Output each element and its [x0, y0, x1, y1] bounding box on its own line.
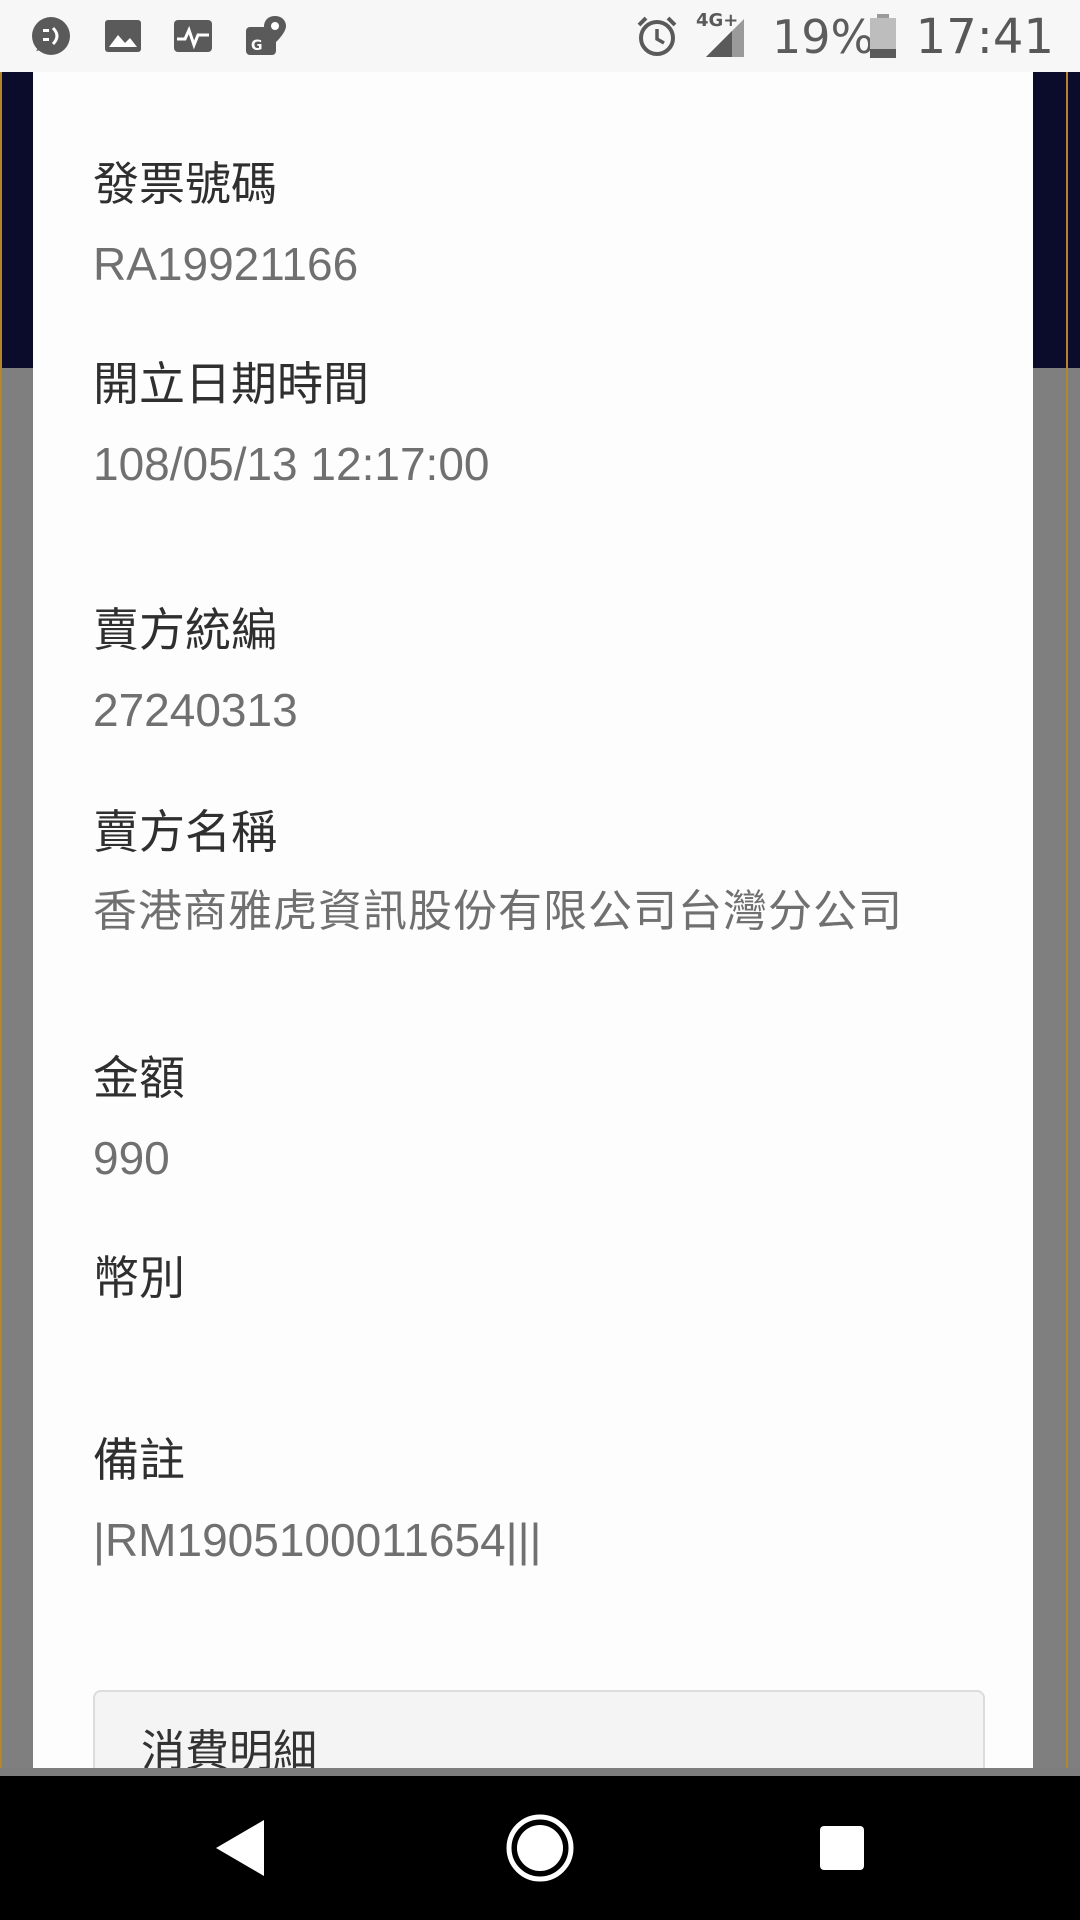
cell-signal-icon — [702, 13, 748, 59]
seller-name-value: 香港商雅虎資訊股份有限公司台灣分公司 — [93, 886, 903, 937]
amount-value: 990 — [93, 1132, 170, 1184]
amount-label: 金額 — [93, 1051, 185, 1105]
invoice-number-value: RA19921166 — [93, 238, 359, 290]
issue-datetime-value: 108/05/13 12:17:00 — [93, 438, 490, 490]
invoice-detail-dialog[interactable]: 發票號碼 RA19921166 開立日期時間 108/05/13 12:17:0… — [33, 72, 1033, 1768]
seller-name-field: 賣方名稱 香港商雅虎資訊股份有限公司台灣分公司 — [93, 802, 903, 942]
amount-field: 金額 990 — [93, 1048, 185, 1188]
home-circle-icon[interactable] — [504, 1812, 576, 1884]
purchase-details-title: 消費明細 — [141, 1726, 317, 1768]
issue-datetime-label: 開立日期時間 — [93, 357, 369, 411]
back-triangle-icon[interactable] — [204, 1812, 276, 1884]
clock-time: 17:41 — [915, 9, 1054, 65]
invoice-number-field: 發票號碼 RA19921166 — [93, 154, 358, 294]
currency-label: 幣別 — [93, 1251, 185, 1305]
seller-name-label: 賣方名稱 — [93, 805, 277, 859]
purchase-details-panel[interactable]: 消費明細 — [93, 1690, 985, 1768]
alarm-clock-icon — [634, 13, 680, 59]
navigation-bar — [0, 1776, 1080, 1920]
battery-icon — [866, 13, 900, 59]
chat-bubble-icon — [28, 13, 74, 59]
invoice-number-label: 發票號碼 — [93, 157, 277, 211]
seller-tax-id-field: 賣方統編 27240313 — [93, 600, 298, 740]
remarks-value: |RM1905100011654||| — [93, 1514, 542, 1566]
remarks-label: 備註 — [93, 1433, 185, 1487]
seller-tax-id-value: 27240313 — [93, 684, 298, 736]
map-pin-icon: G — [242, 13, 288, 59]
recents-square-icon[interactable] — [806, 1812, 878, 1884]
activity-icon — [170, 13, 216, 59]
background-edge-right — [1066, 72, 1068, 1768]
image-icon — [100, 13, 146, 59]
svg-text:G: G — [251, 38, 263, 54]
status-bar: G 4G+ 19% 17:41 — [0, 0, 1080, 72]
background-edge-left — [0, 72, 2, 1768]
battery-percent: 19% — [772, 10, 875, 64]
issue-datetime-field: 開立日期時間 108/05/13 12:17:00 — [93, 354, 489, 494]
currency-field: 幣別 — [93, 1248, 185, 1328]
screen: G 4G+ 19% 17:41 發票號碼 RA19921166 開立日期時間 1… — [0, 0, 1080, 1920]
seller-tax-id-label: 賣方統編 — [93, 603, 277, 657]
remarks-field: 備註 |RM1905100011654||| — [93, 1430, 542, 1570]
